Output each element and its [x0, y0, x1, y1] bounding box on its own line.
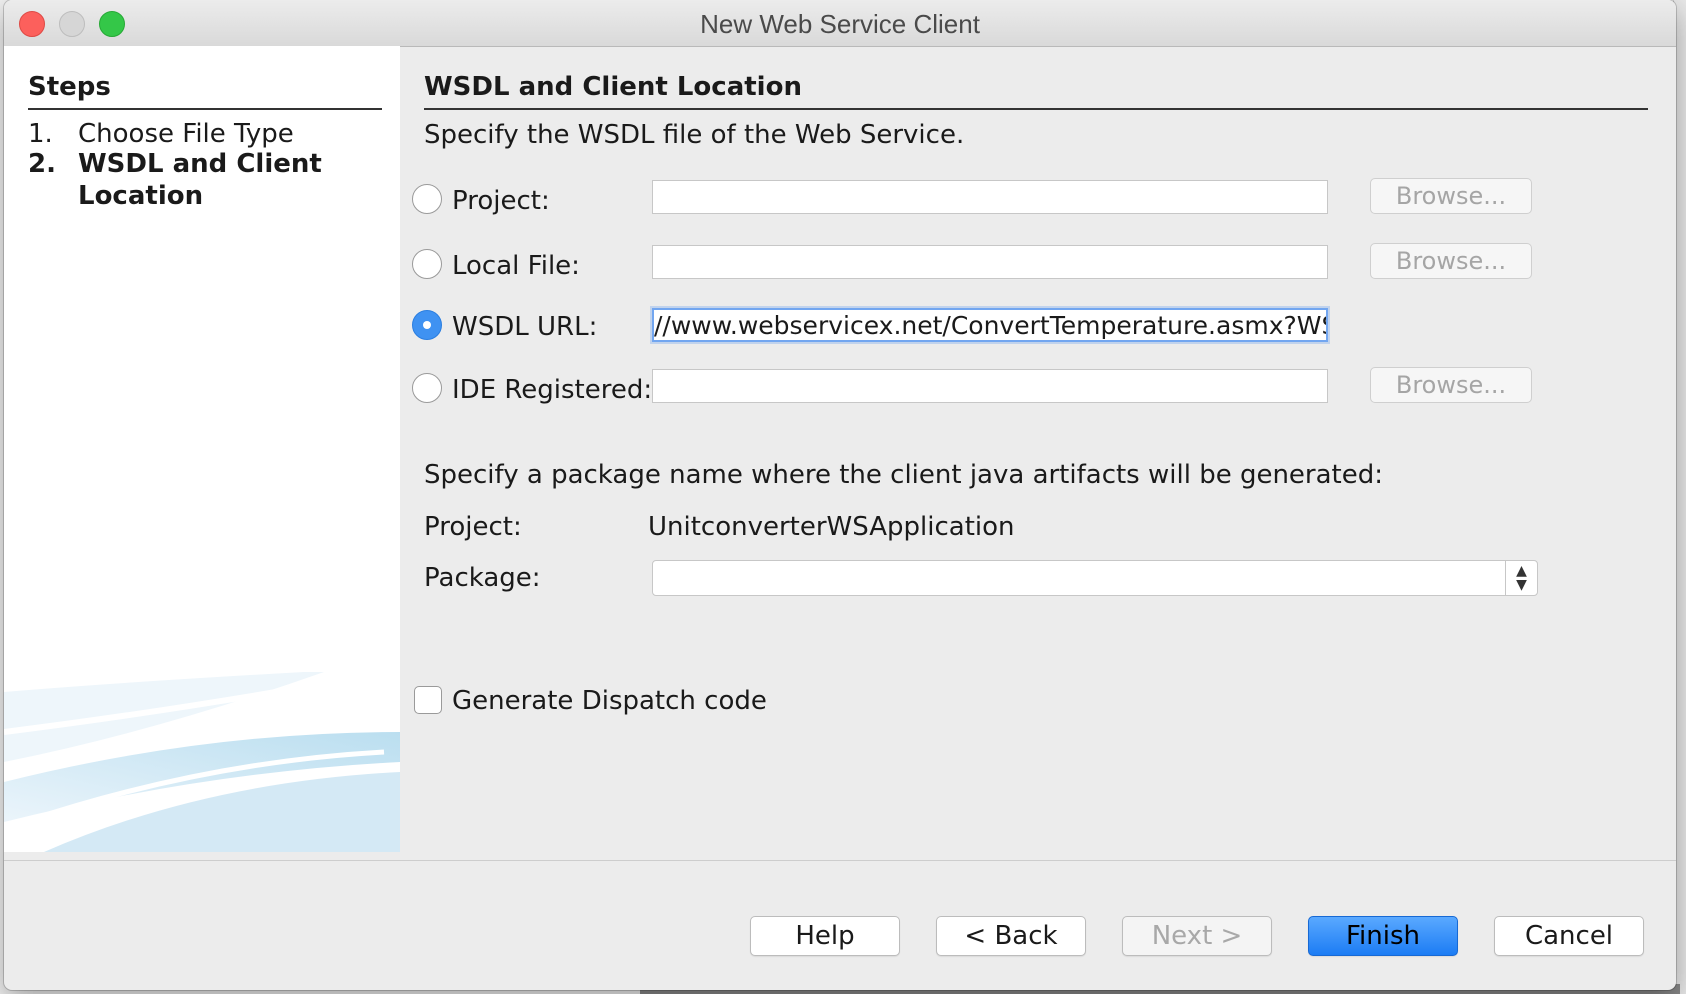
ide-registered-radio-label[interactable]: IDE Registered: [452, 375, 652, 405]
step-wsdl-and-client-location: 2. WSDL and Client Location [28, 148, 358, 212]
section-title: WSDL and Client Location [424, 72, 1648, 110]
finish-button[interactable]: Finish [1308, 916, 1458, 956]
step-number: 1. [28, 119, 53, 149]
step-choose-file-type: 1. Choose File Type [28, 118, 358, 150]
cancel-button[interactable]: Cancel [1494, 916, 1644, 956]
back-button[interactable]: < Back [936, 916, 1086, 956]
ide-registered-radio[interactable] [412, 373, 442, 403]
new-web-service-client-dialog: New Web Service Client Steps 1. Choose Fi… [4, 0, 1676, 990]
step-number: 2. [28, 149, 56, 179]
combo-stepper-icon[interactable]: ▲ ▼ [1505, 561, 1537, 595]
next-button[interactable]: Next > [1122, 916, 1272, 956]
project-browse-button[interactable]: Browse... [1370, 178, 1532, 214]
local-file-browse-button[interactable]: Browse... [1370, 243, 1532, 279]
footer-separator [4, 860, 1676, 861]
step-label: WSDL and Client Location [78, 149, 322, 211]
window-title: New Web Service Client [700, 9, 980, 39]
project-name-value: UnitconverterWSApplication [648, 512, 1015, 542]
wsdl-url-radio[interactable] [412, 310, 442, 340]
project-radio-label[interactable]: Project: [452, 186, 550, 216]
title-bar[interactable]: New Web Service Client [4, 0, 1676, 47]
steps-heading: Steps [28, 72, 382, 110]
project-radio[interactable] [412, 184, 442, 214]
decorative-swoosh-graphic [4, 672, 400, 852]
local-file-field[interactable] [652, 245, 1328, 279]
local-file-radio-label[interactable]: Local File: [452, 251, 580, 281]
package-instruction: Specify a package name where the client … [424, 460, 1384, 490]
local-file-radio[interactable] [412, 249, 442, 279]
project-field[interactable] [652, 180, 1328, 214]
steps-pane: Steps 1. Choose File Type 2. WSDL and Clie… [4, 46, 400, 852]
package-combobox[interactable]: ▲ ▼ [652, 560, 1538, 596]
ide-registered-browse-button[interactable]: Browse... [1370, 367, 1532, 403]
ide-registered-field[interactable] [652, 369, 1328, 403]
step-label: Choose File Type [78, 119, 294, 149]
package-label: Package: [424, 563, 541, 593]
generate-dispatch-checkbox[interactable] [414, 686, 442, 714]
wsdl-url-radio-label[interactable]: WSDL URL: [452, 312, 597, 342]
wsdl-url-value: //www.webservicex.net/ConvertTemperature… [654, 311, 1328, 340]
project-label: Project: [424, 512, 522, 542]
generate-dispatch-label[interactable]: Generate Dispatch code [452, 686, 767, 716]
wsdl-url-field[interactable]: //www.webservicex.net/ConvertTemperature… [652, 308, 1328, 342]
help-button[interactable]: Help [750, 916, 900, 956]
wsdl-instruction: Specify the WSDL file of the Web Service… [424, 120, 965, 150]
wizard-content: WSDL and Client Location Specify the WSD… [400, 46, 1676, 852]
